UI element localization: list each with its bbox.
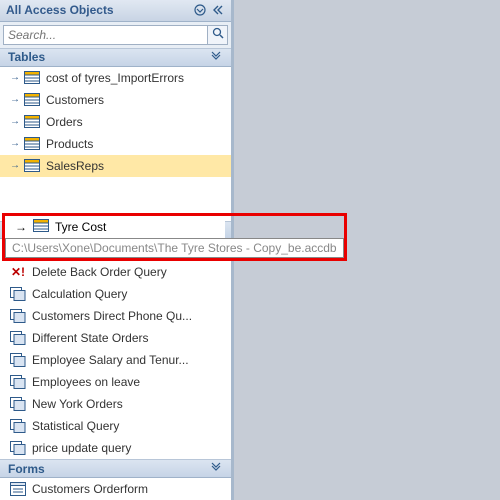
query-item[interactable]: Employee Salary and Tenur... bbox=[0, 349, 231, 371]
search-row bbox=[0, 22, 231, 48]
tooltip-path: C:\Users\Xone\Documents\The Tyre Stores … bbox=[5, 238, 344, 258]
query-item[interactable]: New York Orders bbox=[0, 393, 231, 415]
link-arrow-icon: → bbox=[10, 160, 18, 171]
query-item[interactable]: price update query bbox=[0, 437, 231, 459]
query-item[interactable]: Different State Orders bbox=[0, 327, 231, 349]
pane-title: All Access Objects bbox=[6, 3, 114, 17]
query-item[interactable]: Customers Direct Phone Qu... bbox=[0, 305, 231, 327]
form-item[interactable]: Customers Orderform bbox=[0, 478, 231, 500]
group-label: Tables bbox=[8, 50, 45, 64]
table-icon bbox=[24, 115, 40, 129]
link-arrow-icon: → bbox=[10, 138, 18, 149]
query-item-label: Customers Direct Phone Qu... bbox=[32, 309, 225, 323]
select-query-icon bbox=[10, 441, 26, 455]
table-item-label: Tyre Cost bbox=[55, 220, 219, 234]
query-item-label: New York Orders bbox=[32, 397, 225, 411]
query-item-label: Employees on leave bbox=[32, 375, 225, 389]
chevron-up-icon bbox=[211, 462, 221, 475]
form-item-label: Customers Orderform bbox=[32, 482, 225, 496]
link-arrow-icon: → bbox=[10, 116, 18, 127]
table-item-label: SalesReps bbox=[46, 159, 225, 173]
link-arrow-icon: → bbox=[10, 72, 18, 83]
forms-list: Customers Orderform bbox=[0, 478, 231, 500]
search-icon bbox=[212, 27, 224, 42]
pane-header[interactable]: All Access Objects bbox=[0, 0, 231, 22]
table-item[interactable]: → Products bbox=[0, 133, 231, 155]
table-item[interactable]: → SalesReps bbox=[0, 155, 231, 177]
select-query-icon bbox=[10, 331, 26, 345]
table-item[interactable]: → cost of tyres_ImportErrors bbox=[0, 67, 231, 89]
table-icon bbox=[24, 93, 40, 107]
query-item-label: Delete Back Order Query bbox=[32, 265, 225, 279]
table-item-label: cost of tyres_ImportErrors bbox=[46, 71, 225, 85]
tables-list: → cost of tyres_ImportErrors → Customers… bbox=[0, 67, 231, 221]
group-header-forms[interactable]: Forms bbox=[0, 459, 231, 478]
link-arrow-icon: → bbox=[10, 94, 18, 105]
group-header-tables[interactable]: Tables bbox=[0, 48, 231, 67]
query-item-label: Employee Salary and Tenur... bbox=[32, 353, 225, 367]
search-button[interactable] bbox=[208, 25, 228, 45]
collapse-pane-icon[interactable] bbox=[211, 3, 225, 17]
query-item[interactable]: Calculation Query bbox=[0, 283, 231, 305]
table-item-tyre-cost[interactable]: → Tyre Cost bbox=[5, 216, 225, 238]
select-query-icon bbox=[10, 309, 26, 323]
query-item-label: price update query bbox=[32, 441, 225, 455]
navigation-pane: All Access Objects Tables → cost of tyre… bbox=[0, 0, 234, 500]
link-arrow-icon: → bbox=[15, 220, 27, 234]
table-icon bbox=[33, 219, 49, 235]
delete-query-icon: ✕! bbox=[10, 265, 26, 279]
queries-list: TyreSold Crosstab ✕! Delete Back Order Q… bbox=[0, 239, 231, 459]
table-icon bbox=[24, 71, 40, 85]
table-icon bbox=[24, 159, 40, 173]
table-item-label: Orders bbox=[46, 115, 225, 129]
query-item[interactable]: ✕! Delete Back Order Query bbox=[0, 261, 231, 283]
pane-header-controls bbox=[193, 3, 225, 17]
query-item[interactable]: Statistical Query bbox=[0, 415, 231, 437]
query-item-label: Statistical Query bbox=[32, 419, 225, 433]
query-item-label: Calculation Query bbox=[32, 287, 225, 301]
chevron-up-icon bbox=[211, 51, 221, 64]
table-icon bbox=[24, 137, 40, 151]
select-query-icon bbox=[10, 397, 26, 411]
highlight-outline: → Tyre Cost C:\Users\Xone\Documents\The … bbox=[2, 213, 347, 261]
highlight-callout: → Tyre Cost C:\Users\Xone\Documents\The … bbox=[2, 213, 347, 261]
select-query-icon bbox=[10, 287, 26, 301]
table-item[interactable]: → Orders bbox=[0, 111, 231, 133]
table-item-label: Customers bbox=[46, 93, 225, 107]
select-query-icon bbox=[10, 375, 26, 389]
form-icon bbox=[10, 482, 26, 496]
group-label: Forms bbox=[8, 462, 45, 476]
table-item-label: Products bbox=[46, 137, 225, 151]
select-query-icon bbox=[10, 419, 26, 433]
query-item-label: Different State Orders bbox=[32, 331, 225, 345]
search-input[interactable] bbox=[3, 25, 208, 45]
dropdown-circle-icon[interactable] bbox=[193, 3, 207, 17]
table-item[interactable]: → Customers bbox=[0, 89, 231, 111]
query-item[interactable]: Employees on leave bbox=[0, 371, 231, 393]
select-query-icon bbox=[10, 353, 26, 367]
